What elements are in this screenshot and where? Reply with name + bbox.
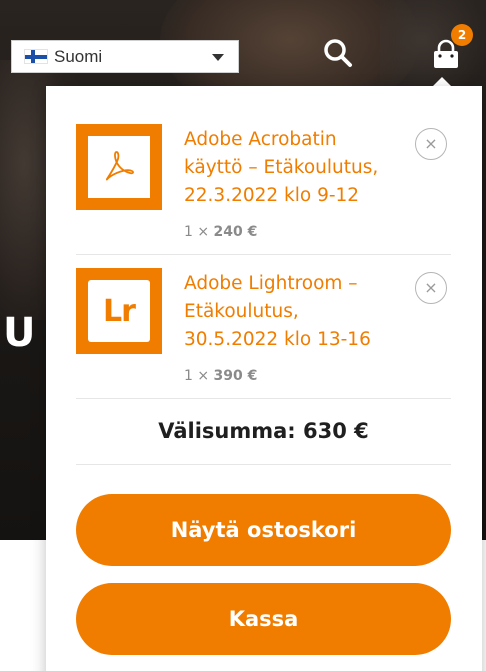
cart-item-quantity: 1 × 240 € [184,224,257,240]
acrobat-icon [105,151,134,181]
cart-item-price: 390 € [213,368,258,384]
remove-item-button[interactable]: × [415,272,447,304]
chevron-down-icon [212,54,224,61]
product-thumbnail[interactable] [76,124,162,210]
search-icon [324,39,352,67]
lightroom-icon-label: Lr [103,293,136,329]
view-cart-button[interactable]: Näytä ostoskori [76,494,451,566]
page: U Suomi 2 Adobe Acrobatin käyttö – Etäko… [0,0,486,671]
search-button[interactable] [321,36,355,70]
mini-cart-panel: Adobe Acrobatin käyttö – Etäkoulutus, 22… [46,86,482,671]
remove-item-button[interactable]: × [415,128,447,160]
language-select[interactable]: Suomi [11,40,239,73]
close-icon: × [424,278,438,297]
checkout-button[interactable]: Kassa [76,583,451,655]
language-select-value: Suomi [54,46,103,66]
finland-flag-icon [24,49,48,64]
cart-item-title[interactable]: Adobe Acrobatin käyttö – Etäkoulutus, 22… [184,126,409,210]
cart-subtotal: Välisumma: 630 € [76,398,451,465]
cart-item-qty-label: 1 × [184,224,210,240]
lightroom-icon: Lr [88,280,150,342]
cart-item-price: 240 € [213,224,258,240]
cart-item: Adobe Acrobatin käyttö – Etäkoulutus, 22… [76,124,451,255]
cart-item-qty-label: 1 × [184,368,210,384]
cart-item-title[interactable]: Adobe Lightroom – Etäkoulutus, 30.5.2022… [184,270,409,354]
hero-heading-fragment: U [3,310,37,356]
product-thumbnail[interactable]: Lr [76,268,162,354]
cart-item: Lr Adobe Lightroom – Etäkoulutus, 30.5.2… [76,268,451,399]
cart-item-quantity: 1 × 390 € [184,368,257,384]
cart-count-badge: 2 [451,24,473,46]
close-icon: × [424,134,438,153]
